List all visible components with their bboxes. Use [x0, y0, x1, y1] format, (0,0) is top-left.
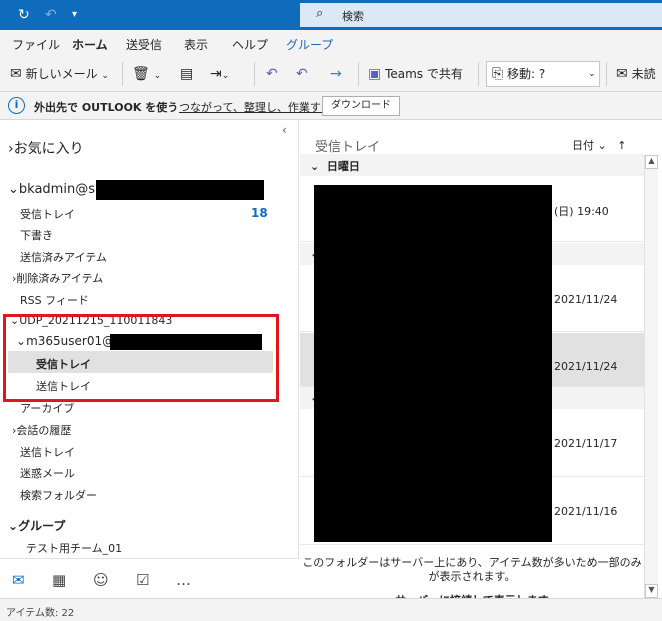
- tab-view[interactable]: 表示: [184, 36, 208, 53]
- undo-icon[interactable]: ↶: [45, 6, 57, 24]
- forward-button[interactable]: →: [330, 64, 342, 84]
- folder-rss[interactable]: RSS フィード: [20, 292, 89, 308]
- favorites-header[interactable]: ›お気に入り: [8, 138, 84, 158]
- archive-button[interactable]: ▤: [180, 64, 193, 84]
- group-label: ⌄ 日曜日: [310, 160, 360, 173]
- people-icon[interactable]: ☺: [93, 571, 109, 589]
- message-date: 2021/11/24: [554, 360, 618, 373]
- unread-button[interactable]: ✉ 未読: [616, 64, 656, 84]
- search-box[interactable]: ⌕ 検索: [300, 3, 662, 27]
- folder-pane: ‹ ›お気に入り ⌄bkadmin@s 受信トレイ 18 下書き 送信済みアイテ…: [0, 120, 299, 598]
- chevron-down-icon: ⌄: [221, 71, 230, 81]
- teams-share-label: Teams で共有: [385, 67, 463, 81]
- customize-icon[interactable]: ▾: [72, 6, 77, 24]
- unread-count-badge: 18: [251, 206, 268, 220]
- ribbon-toolbar: ✉ 新しいメール ⌄ 🗑 ⌄ ▤ ⇥⌄ ↶ ↶ → ▣ Teams で共有 ⎘ …: [0, 56, 662, 92]
- collapse-pane-icon[interactable]: ‹: [282, 123, 287, 137]
- folder-search[interactable]: 検索フォルダー: [20, 487, 97, 503]
- sync-icon[interactable]: ↻: [18, 6, 30, 24]
- folder-history[interactable]: ›会話の履歴: [12, 422, 71, 438]
- tab-file[interactable]: ファイル: [12, 36, 60, 53]
- delete-button[interactable]: 🗑 ⌄: [132, 64, 161, 84]
- redaction: [96, 180, 264, 200]
- group-header-sunday[interactable]: ⌄ 日曜日: [300, 154, 644, 176]
- divider: [122, 62, 123, 86]
- groups-header[interactable]: ⌄グループ: [8, 517, 65, 534]
- reply-all-button[interactable]: ↶: [296, 64, 308, 84]
- folder-inbox[interactable]: 受信トレイ: [20, 206, 75, 222]
- highlight-box: [3, 314, 279, 402]
- title-bar: ↻ ↶ ▾ ⌕ 検索: [0, 0, 662, 30]
- divider: [358, 62, 359, 86]
- redaction: [314, 185, 552, 542]
- message-date: 2021/11/17: [554, 437, 618, 450]
- archive-icon: ▤: [180, 66, 194, 82]
- scroll-down-icon[interactable]: ▼: [645, 584, 658, 598]
- reply-button[interactable]: ↶: [266, 64, 278, 84]
- module-nav: ✉ ▦ ☺ ☑ …: [0, 558, 299, 598]
- tab-group[interactable]: グループ: [286, 36, 333, 53]
- forward-icon: →: [330, 66, 342, 82]
- message-date: (日) 19:40: [554, 205, 609, 218]
- tasks-icon[interactable]: ☑: [136, 571, 149, 589]
- folder-sent[interactable]: 送信済みアイテム: [20, 249, 107, 265]
- move-label: 移動: ?: [507, 67, 546, 81]
- move-button[interactable]: ⎘ 移動: ?: [492, 64, 545, 84]
- folder-outbox[interactable]: 送信トレイ: [20, 444, 75, 460]
- tab-help[interactable]: ヘルプ: [232, 36, 268, 53]
- scroll-up-icon[interactable]: ▲: [645, 155, 658, 169]
- more-icon[interactable]: …: [176, 571, 191, 589]
- chevron-down-icon: ⌄: [153, 71, 162, 81]
- info-link[interactable]: つながって、整理し、作業する: [179, 99, 332, 115]
- reply-all-icon: ↶: [296, 66, 308, 82]
- trash-icon: 🗑: [132, 66, 150, 82]
- divider: [478, 62, 479, 86]
- search-placeholder: 検索: [342, 10, 364, 23]
- chevron-down-icon[interactable]: ⌄: [588, 64, 596, 84]
- divider: [254, 62, 255, 86]
- download-button[interactable]: ダウンロード: [322, 96, 400, 116]
- info-icon: i: [8, 97, 25, 114]
- search-icon: ⌕: [316, 6, 324, 21]
- server-notice: このフォルダーはサーバー上にあり、アイテム数が多いため一部のみが表示されます。: [302, 556, 642, 583]
- scrollbar[interactable]: ▲ ▼: [644, 155, 658, 598]
- folder-junk[interactable]: 迷惑メール: [20, 465, 75, 481]
- teams-icon: ▣: [368, 66, 382, 82]
- new-mail-button[interactable]: ✉ 新しいメール ⌄: [10, 64, 109, 84]
- info-bar: i 外出先で OUTLOOK を使う つながって、整理し、作業する ダウンロード: [0, 92, 662, 120]
- new-mail-label: 新しいメール: [25, 67, 98, 81]
- unread-label: 未読: [631, 67, 656, 81]
- list-title: 受信トレイ: [315, 140, 381, 155]
- ribbon-tabs: ファイル ホーム 送受信 表示 ヘルプ グループ: [0, 30, 662, 58]
- info-message: 外出先で OUTLOOK を使う: [34, 101, 179, 114]
- message-list: 受信トレイ 日付 ⌄ ↑ ⌄ 日曜日 (日) 19:40 ⌄ 2021/11/2…: [300, 120, 662, 600]
- chevron-down-icon: ⌄: [101, 71, 109, 81]
- folder-deleted[interactable]: ›削除済みアイテム: [12, 270, 103, 286]
- move-to-icon: ⇥: [210, 66, 222, 82]
- mail-icon[interactable]: ✉: [12, 571, 25, 589]
- folder-drafts[interactable]: 下書き: [20, 227, 53, 243]
- teams-share-button[interactable]: ▣ Teams で共有: [368, 64, 463, 84]
- status-bar: アイテム数: 22: [0, 598, 662, 621]
- folder-archive[interactable]: アーカイブ: [20, 400, 74, 416]
- divider: [606, 62, 607, 86]
- sort-by-date[interactable]: 日付 ⌄ ↑: [572, 137, 626, 153]
- reply-icon: ↶: [266, 66, 278, 82]
- move-to-button[interactable]: ⇥⌄: [210, 64, 229, 84]
- new-mail-icon: ✉: [10, 66, 22, 82]
- move-icon: ⎘: [492, 66, 504, 82]
- calendar-icon[interactable]: ▦: [52, 571, 66, 589]
- tab-send-receive[interactable]: 送受信: [126, 36, 162, 53]
- tab-home[interactable]: ホーム: [72, 36, 108, 58]
- group-test-team[interactable]: テスト用チーム_01: [26, 540, 122, 556]
- account-bkadmin[interactable]: ⌄bkadmin@s: [8, 182, 95, 197]
- message-date: 2021/11/16: [554, 505, 618, 518]
- envelope-open-icon: ✉: [616, 66, 628, 82]
- item-count: アイテム数: 22: [6, 608, 75, 619]
- message-date: 2021/11/24: [554, 293, 618, 306]
